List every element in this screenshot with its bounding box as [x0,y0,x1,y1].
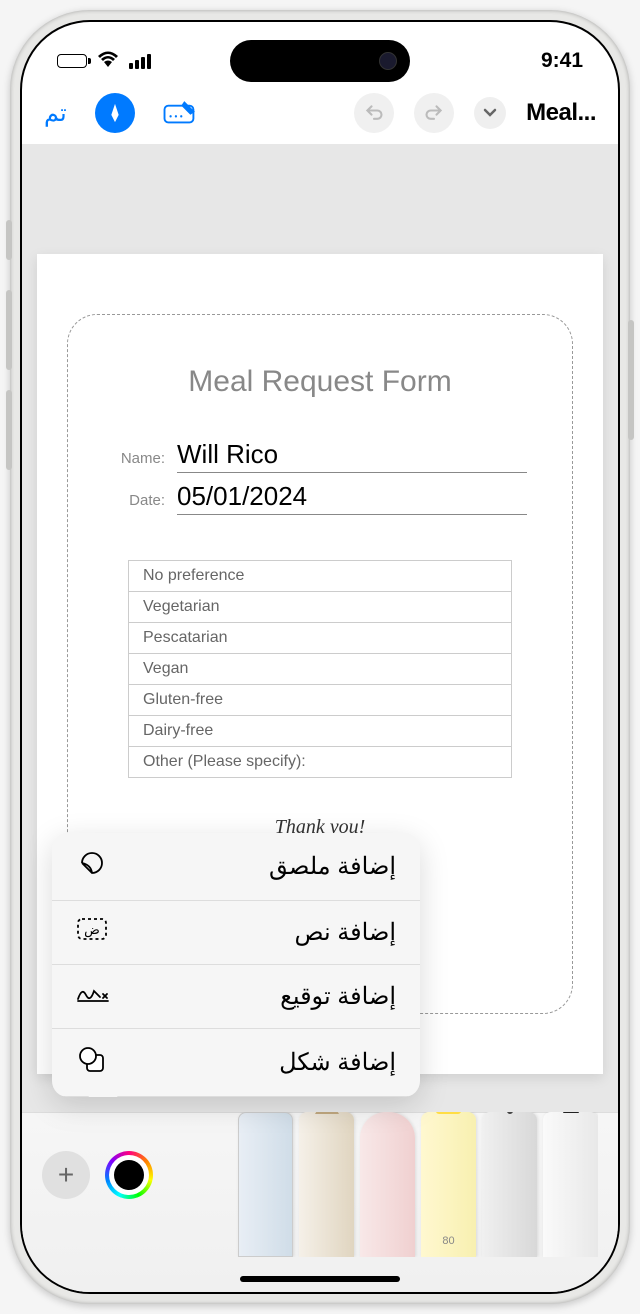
redo-button[interactable] [414,93,454,133]
signature-icon [76,981,108,1012]
phone-frame: 9:41 تم [10,10,630,1304]
expand-chevron-button[interactable] [474,97,506,129]
add-menu-popover: إضافة ملصق إضافة نص ض إضافة توقيع إضافة … [52,833,420,1097]
pen-tip-icon [104,102,126,124]
name-field-row: Name: Will Rico [93,439,547,473]
option-row: Dairy-free [129,716,511,747]
dynamic-island [230,40,410,82]
option-row: Pescatarian [129,623,511,654]
menu-item-label: إضافة ملصق [269,852,396,881]
menu-item-label: إضافة نص [295,918,396,947]
eraser-tool[interactable] [360,1112,415,1257]
options-table: No preference Vegetarian Pescatarian Veg… [128,560,512,778]
sticker-icon [76,849,108,884]
plus-icon: + [58,1159,74,1191]
add-button[interactable]: + [42,1151,90,1199]
option-row: Gluten-free [129,685,511,716]
markup-pen-button[interactable] [95,93,135,133]
text-box-icon: ض [76,917,108,948]
name-label: Name: [113,450,165,467]
option-row: Other (Please specify): [129,747,511,777]
ruler-tool[interactable] [238,1112,293,1257]
toolbar: تم [22,82,618,144]
marker-tool[interactable] [543,1112,598,1257]
name-value: Will Rico [177,439,527,473]
form-title: Meal Request Form [93,365,547,399]
front-camera [379,52,397,70]
add-sticker-item[interactable]: إضافة ملصق [52,833,420,901]
option-row: Vegetarian [129,592,511,623]
pencil-tool[interactable] [299,1112,354,1257]
date-value: 05/01/2024 [177,481,527,515]
shapes-icon [76,1045,108,1080]
home-indicator[interactable] [240,1276,400,1282]
tool-palette: + [22,1112,618,1292]
redo-icon [424,103,444,123]
undo-icon [364,103,384,123]
add-text-item[interactable]: إضافة نص ض [52,901,420,965]
chevron-down-icon [483,108,497,118]
autofill-button[interactable] [163,98,201,129]
wifi-icon [97,50,119,73]
battery-icon [57,54,87,68]
add-signature-item[interactable]: إضافة توقيع [52,965,420,1029]
menu-item-label: إضافة شكل [279,1048,396,1077]
done-button[interactable]: تم [44,99,67,128]
menu-item-label: إضافة توقيع [280,982,396,1011]
highlighter-tool[interactable] [421,1112,476,1257]
pen-tool[interactable] [482,1112,537,1257]
volume-up-button [6,290,12,370]
cellular-icon [129,53,151,69]
date-field-row: Date: 05/01/2024 [93,481,547,515]
option-row: No preference [129,561,511,592]
svg-text:ض: ض [84,922,100,938]
color-picker-button[interactable] [105,1151,153,1199]
volume-down-button [6,390,12,470]
pencil-keyboard-icon [163,98,201,124]
option-row: Vegan [129,654,511,685]
power-button [628,320,634,440]
silence-switch [6,220,12,260]
current-color-swatch [114,1160,144,1190]
date-label: Date: [113,492,165,509]
clock: 9:41 [541,49,583,73]
document-title: Meal... [526,99,596,127]
phone-screen: 9:41 تم [20,20,620,1294]
undo-button[interactable] [354,93,394,133]
